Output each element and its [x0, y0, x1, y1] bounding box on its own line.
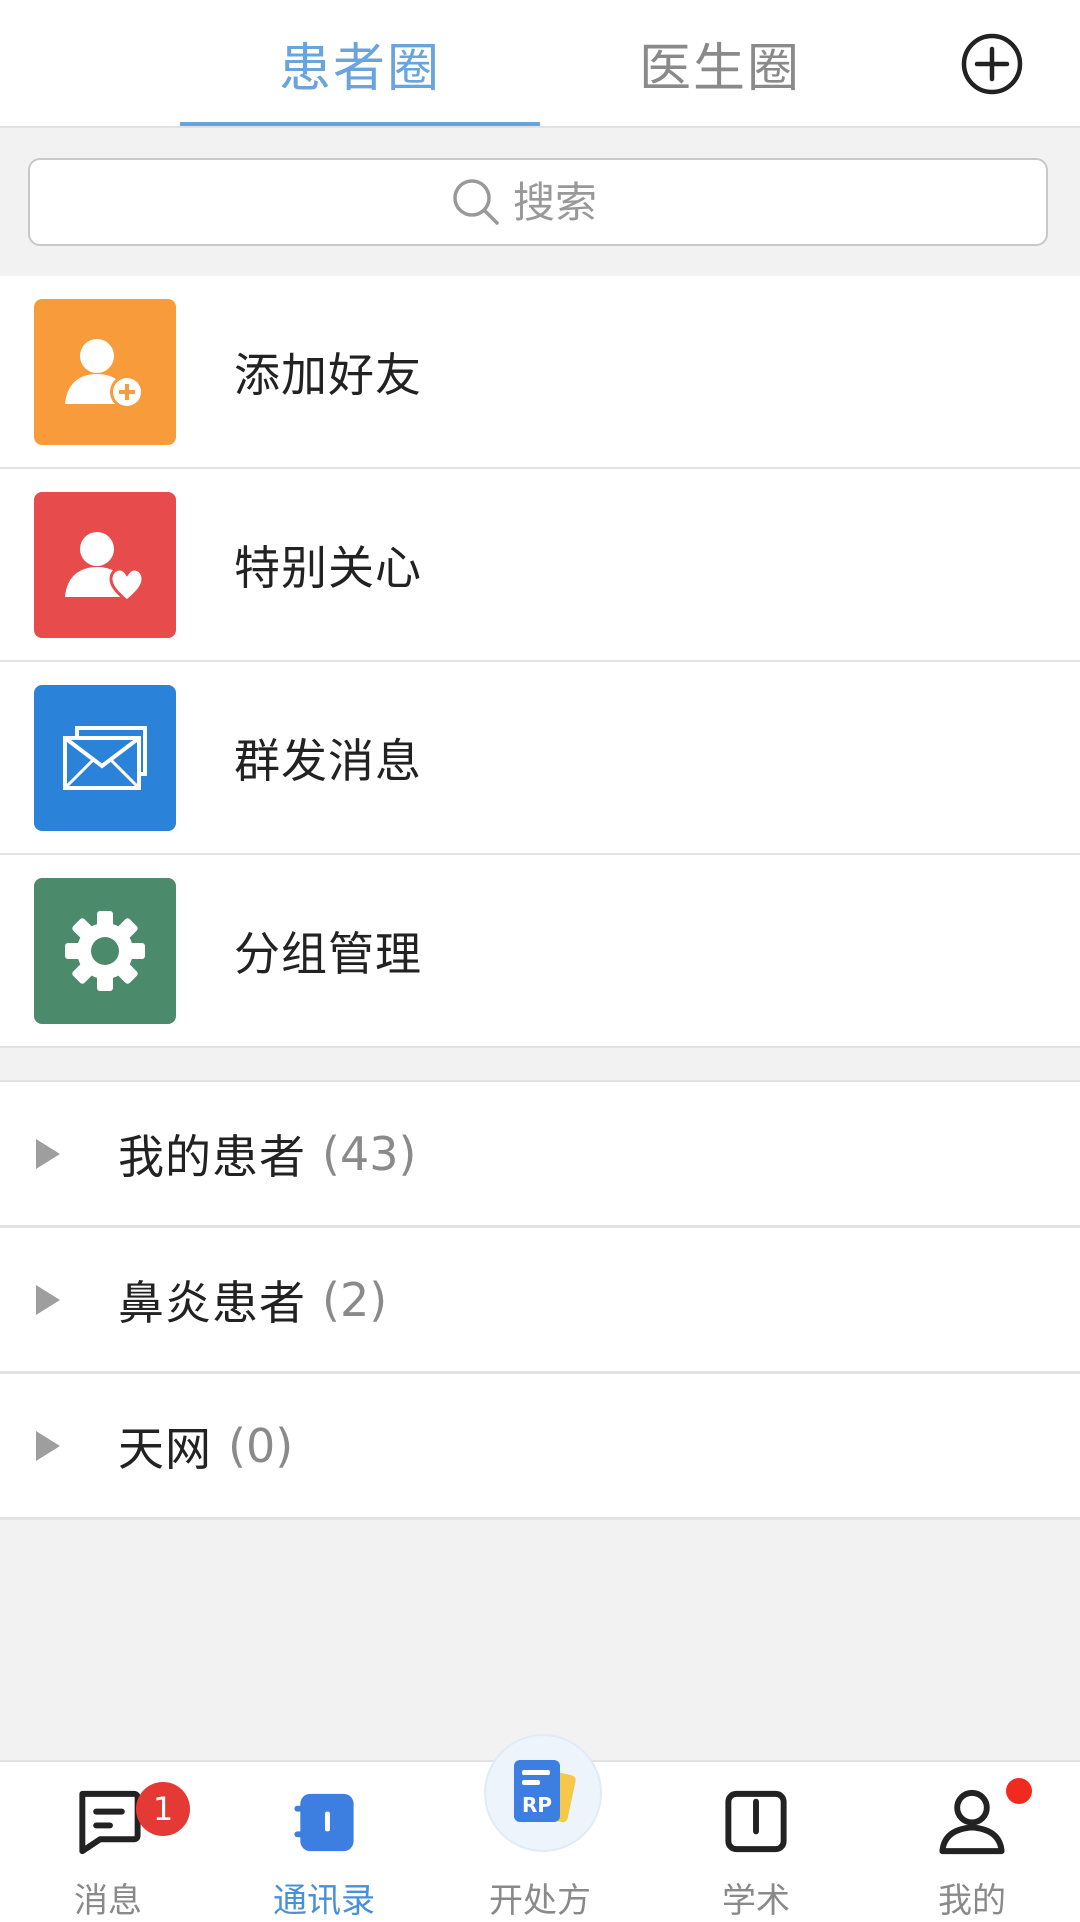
special-care-icon: [34, 491, 176, 638]
group-count: (43): [322, 1126, 417, 1181]
mass-message-icon: [34, 684, 176, 831]
menu-item-special-care[interactable]: 特别关心: [0, 469, 1080, 662]
group-row-tianwang[interactable]: 天网 (0): [0, 1374, 1080, 1520]
menu-item-add-friend[interactable]: 添加好友: [0, 276, 1080, 469]
profile-icon: [939, 1789, 1005, 1855]
menu-label: 群发消息: [234, 733, 422, 788]
group-name: 我的患者: [118, 1129, 306, 1184]
menu-label: 特别关心: [234, 540, 422, 595]
search-input[interactable]: [511, 176, 625, 228]
add-button[interactable]: [960, 32, 1024, 96]
nav-label: 开处方: [489, 1881, 591, 1921]
add-friend-icon: [34, 298, 176, 445]
search-icon: [453, 179, 499, 225]
menu-item-mass-message[interactable]: 群发消息: [0, 662, 1080, 855]
unread-badge: 1: [136, 1782, 190, 1836]
nav-label: 学术: [722, 1881, 790, 1921]
tab-patient-circle[interactable]: 患者圈: [180, 0, 540, 126]
search-bar[interactable]: [28, 158, 1048, 246]
expand-arrow-icon: [36, 1138, 60, 1169]
patient-group-list: 我的患者 (43) 鼻炎患者 (2) 天网 (0): [0, 1080, 1080, 1520]
prescription-icon: RP: [514, 1760, 576, 1823]
menu-label: 添加好友: [234, 347, 422, 402]
expand-arrow-icon: [36, 1430, 60, 1461]
nav-label: 通讯录: [273, 1881, 375, 1921]
menu-item-group-management[interactable]: 分组管理: [0, 855, 1080, 1048]
group-name: 天网: [118, 1421, 212, 1476]
tab-label: 医生圈: [638, 38, 801, 99]
nav-item-profile[interactable]: 我的: [864, 1762, 1080, 1922]
expand-arrow-icon: [36, 1284, 60, 1315]
nav-item-messages[interactable]: 消息 1: [0, 1762, 216, 1922]
search-area: [0, 128, 1080, 276]
group-name: 鼻炎患者: [118, 1275, 306, 1330]
nav-label: 我的: [938, 1881, 1006, 1921]
group-row-rhinitis-patients[interactable]: 鼻炎患者 (2): [0, 1228, 1080, 1374]
tab-doctor-circle[interactable]: 医生圈: [540, 0, 900, 126]
menu-label: 分组管理: [234, 926, 422, 981]
nav-item-academic[interactable]: 学术: [648, 1762, 864, 1922]
nav-label: 消息: [74, 1881, 142, 1921]
function-menu: 添加好友 特别关心 群发消息 分组管理: [0, 276, 1080, 1048]
academic-book-icon: [725, 1790, 787, 1853]
tab-label: 患者圈: [278, 38, 441, 99]
plus-circle-icon: [961, 33, 1023, 95]
top-tab-bar: 患者圈 医生圈: [0, 0, 1080, 128]
contacts-icon: [294, 1793, 354, 1852]
message-icon: [79, 1790, 141, 1855]
prescription-icon-text: RP: [522, 1793, 552, 1817]
group-count: (0): [228, 1418, 294, 1473]
prescription-button[interactable]: RP: [484, 1734, 602, 1852]
notification-dot: [1006, 1778, 1032, 1804]
group-count: (2): [322, 1272, 388, 1327]
nav-item-contacts[interactable]: 通讯录: [216, 1762, 432, 1922]
gear-icon: [34, 877, 176, 1024]
group-row-my-patients[interactable]: 我的患者 (43): [0, 1082, 1080, 1228]
